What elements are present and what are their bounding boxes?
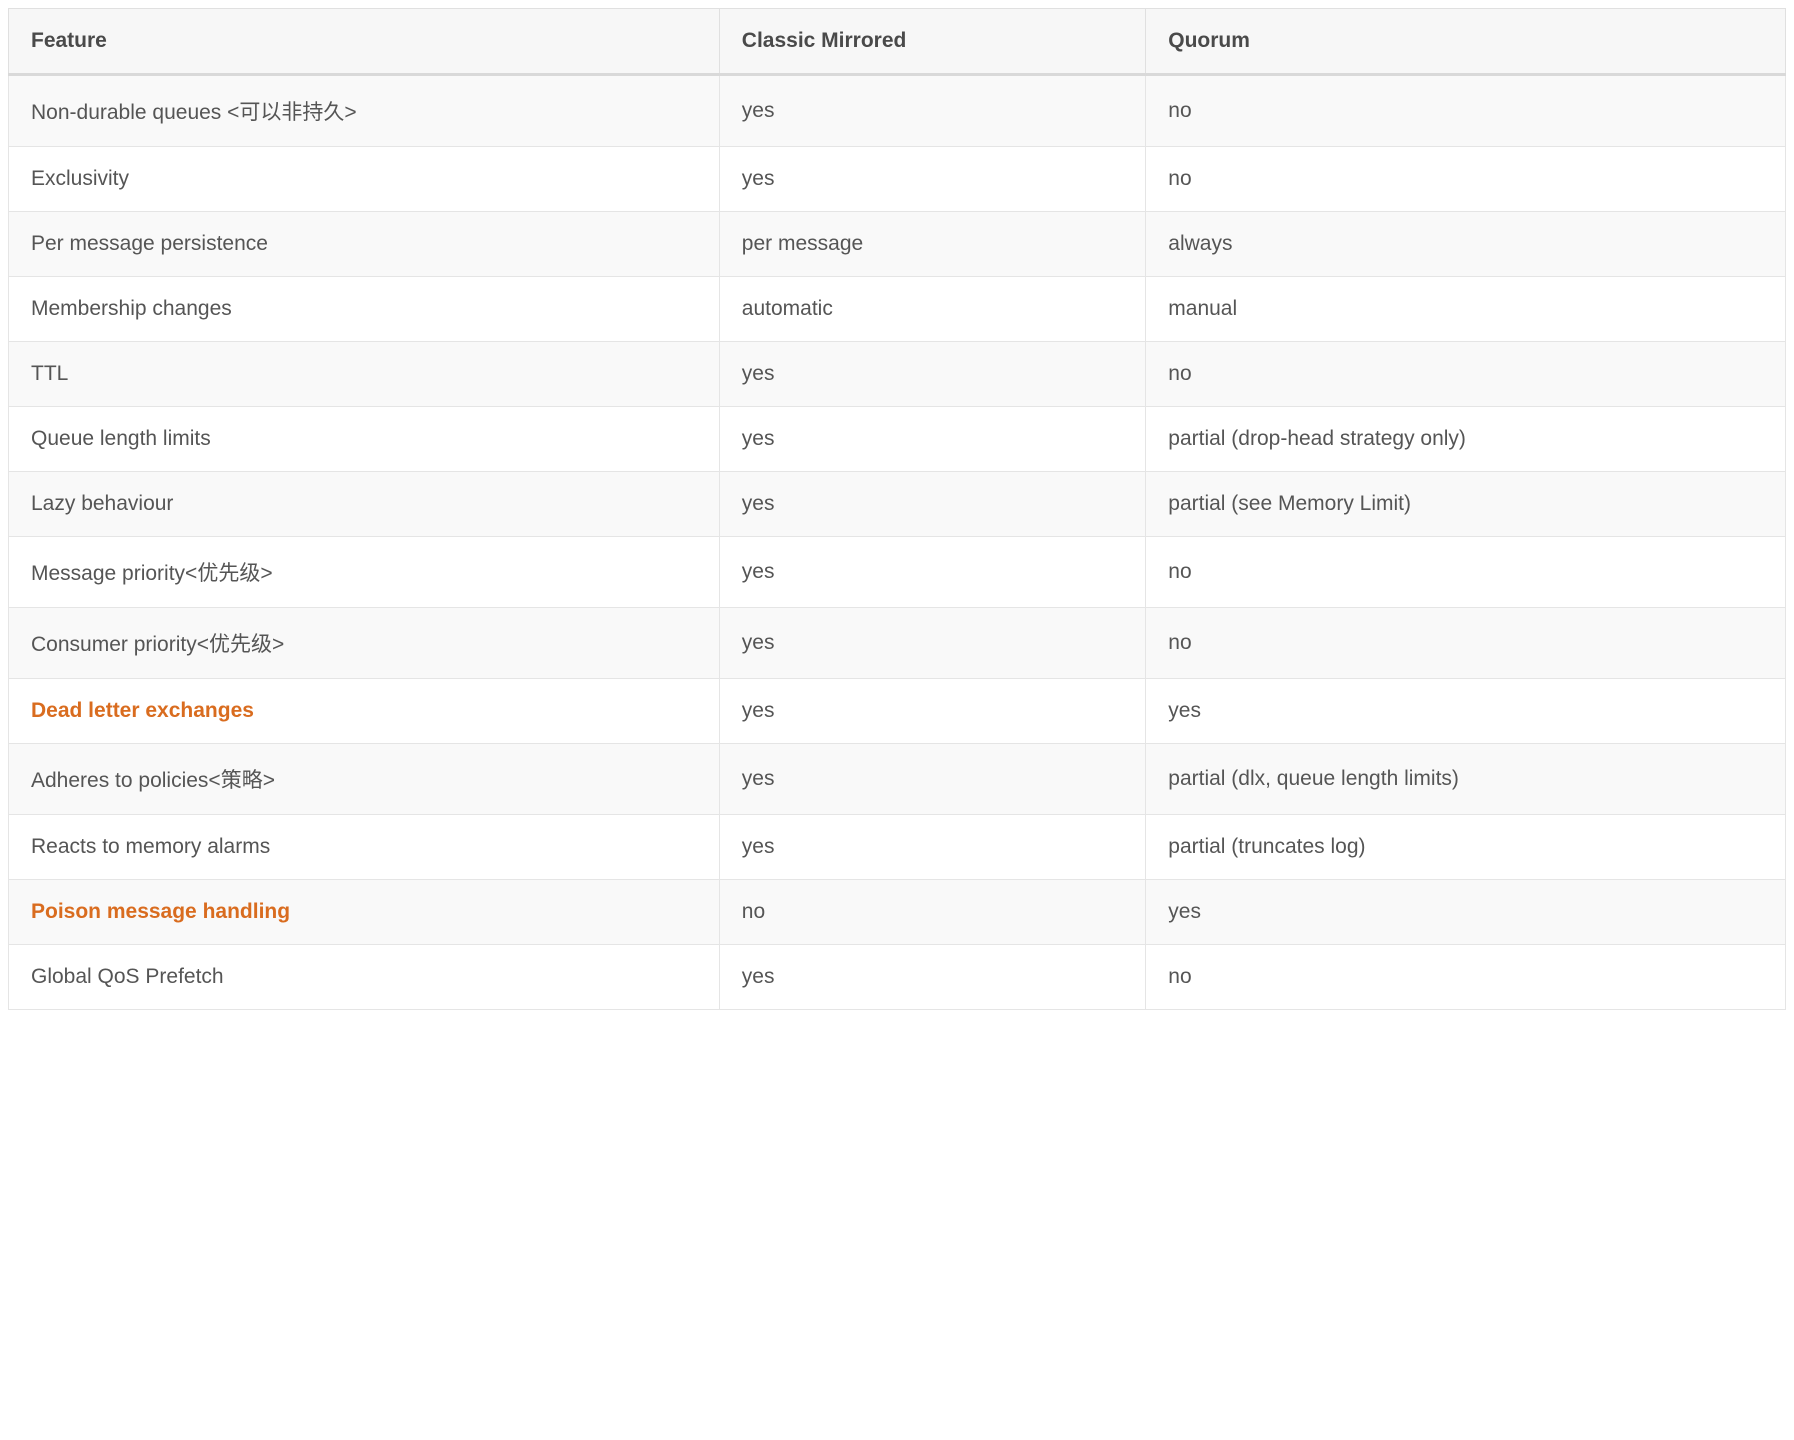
cell-quorum: manual: [1146, 277, 1786, 342]
cell-feature: Global QoS Prefetch: [9, 945, 720, 1010]
table-row: Queue length limitsyespartial (drop-head…: [9, 407, 1786, 472]
cell-feature: Lazy behaviour: [9, 472, 720, 537]
cell-classic: yes: [719, 147, 1145, 212]
comparison-table: Feature Classic Mirrored Quorum Non-dura…: [8, 8, 1786, 1010]
cell-classic: no: [719, 880, 1145, 945]
cell-feature: Reacts to memory alarms: [9, 815, 720, 880]
cell-quorum: partial (dlx, queue length limits): [1146, 744, 1786, 815]
table-row: Consumer priority<优先级>yesno: [9, 608, 1786, 679]
cell-quorum: no: [1146, 147, 1786, 212]
table-row: Per message persistenceper messagealways: [9, 212, 1786, 277]
header-classic: Classic Mirrored: [719, 9, 1145, 75]
cell-quorum: yes: [1146, 880, 1786, 945]
table-row: Non-durable queues <可以非持久>yesno: [9, 75, 1786, 147]
table-row: Membership changesautomaticmanual: [9, 277, 1786, 342]
table-body: Non-durable queues <可以非持久>yesnoExclusivi…: [9, 75, 1786, 1010]
cell-feature: TTL: [9, 342, 720, 407]
table-row: Adheres to policies<策略>yespartial (dlx, …: [9, 744, 1786, 815]
cell-classic: yes: [719, 75, 1145, 147]
cell-feature: Per message persistence: [9, 212, 720, 277]
cell-classic: yes: [719, 945, 1145, 1010]
table-row: Reacts to memory alarmsyespartial (trunc…: [9, 815, 1786, 880]
cell-feature: Queue length limits: [9, 407, 720, 472]
cell-classic: yes: [719, 744, 1145, 815]
cell-quorum: no: [1146, 608, 1786, 679]
cell-classic: automatic: [719, 277, 1145, 342]
table-row: Message priority<优先级>yesno: [9, 537, 1786, 608]
table-row: Dead letter exchanges yesyes: [9, 679, 1786, 744]
cell-feature: Exclusivity: [9, 147, 720, 212]
cell-quorum: no: [1146, 75, 1786, 147]
cell-feature: Adheres to policies<策略>: [9, 744, 720, 815]
cell-feature: Non-durable queues <可以非持久>: [9, 75, 720, 147]
cell-classic: yes: [719, 407, 1145, 472]
table-row: Global QoS Prefetchyesno: [9, 945, 1786, 1010]
cell-feature: Dead letter exchanges: [9, 679, 720, 744]
cell-classic: yes: [719, 679, 1145, 744]
feature-link[interactable]: Dead letter exchanges: [31, 699, 254, 722]
cell-classic: yes: [719, 342, 1145, 407]
cell-classic: yes: [719, 537, 1145, 608]
cell-feature: Message priority<优先级>: [9, 537, 720, 608]
cell-quorum: always: [1146, 212, 1786, 277]
cell-quorum: no: [1146, 342, 1786, 407]
cell-classic: yes: [719, 472, 1145, 537]
feature-link[interactable]: Poison message handling: [31, 900, 290, 923]
header-feature: Feature: [9, 9, 720, 75]
cell-classic: per message: [719, 212, 1145, 277]
table-header-row: Feature Classic Mirrored Quorum: [9, 9, 1786, 75]
cell-classic: yes: [719, 815, 1145, 880]
table-row: Poison message handling noyes: [9, 880, 1786, 945]
header-quorum: Quorum: [1146, 9, 1786, 75]
table-row: Lazy behaviouryespartial (see Memory Lim…: [9, 472, 1786, 537]
cell-feature: Poison message handling: [9, 880, 720, 945]
cell-quorum: partial (truncates log): [1146, 815, 1786, 880]
table-row: TTLyesno: [9, 342, 1786, 407]
cell-feature: Membership changes: [9, 277, 720, 342]
cell-quorum: partial (see Memory Limit): [1146, 472, 1786, 537]
cell-quorum: partial (drop-head strategy only): [1146, 407, 1786, 472]
cell-classic: yes: [719, 608, 1145, 679]
table-row: Exclusivityyesno: [9, 147, 1786, 212]
cell-quorum: no: [1146, 945, 1786, 1010]
cell-quorum: no: [1146, 537, 1786, 608]
cell-quorum: yes: [1146, 679, 1786, 744]
cell-feature: Consumer priority<优先级>: [9, 608, 720, 679]
